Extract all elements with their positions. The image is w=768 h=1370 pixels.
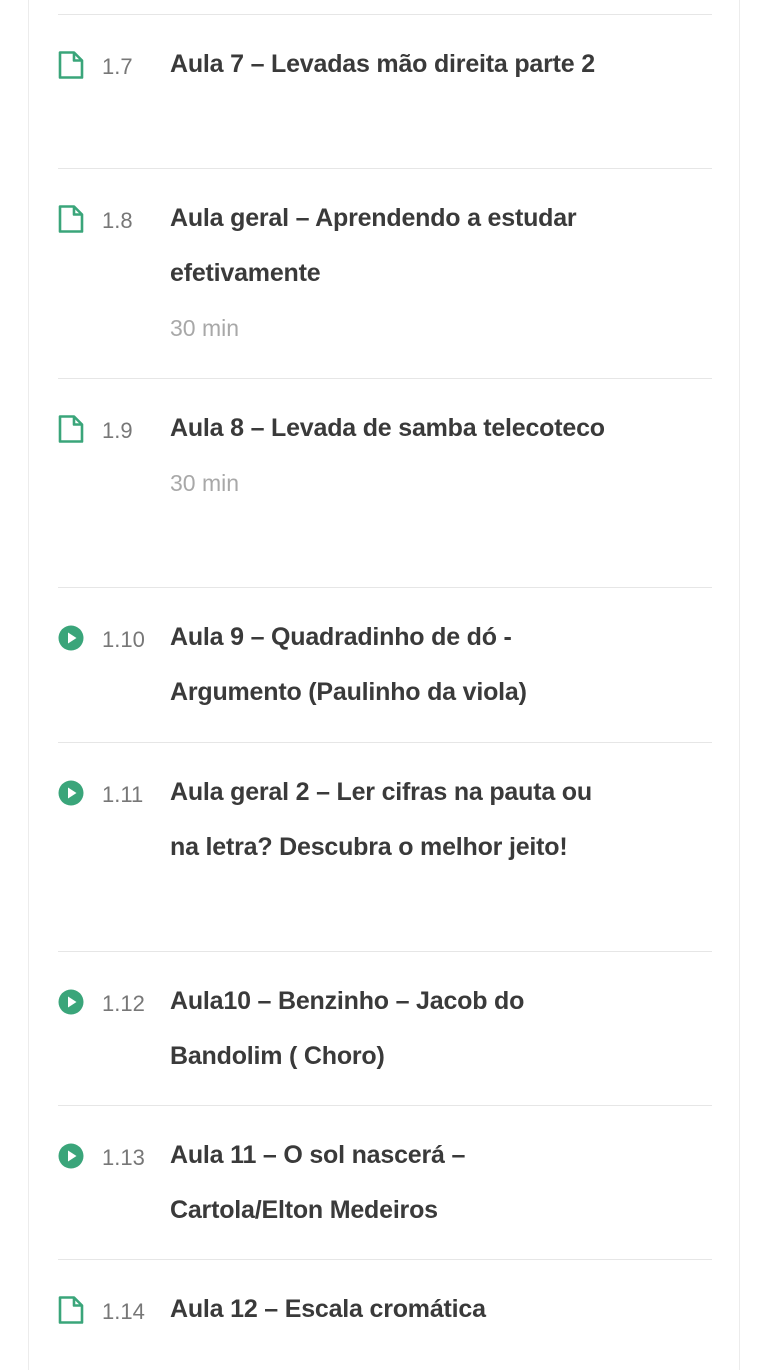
lesson-number: 1.10 <box>102 627 145 652</box>
lesson-title[interactable]: Aula 12 – Escala cromática <box>170 1282 620 1337</box>
lesson-title[interactable]: Aula geral 2 – Ler cifras na pauta ou na… <box>170 765 620 875</box>
lesson-title[interactable]: Aula geral – Aprendendo a estudar efetiv… <box>170 191 620 301</box>
lesson-duration: 30 min <box>170 315 240 341</box>
lesson-number: 1.8 <box>102 208 133 233</box>
lesson-number: 1.7 <box>102 54 133 79</box>
lesson-item[interactable]: 1.12 Aula10 – Benzinho – Jacob do Bandol… <box>58 951 712 1105</box>
lesson-number: 1.11 <box>102 782 144 807</box>
play-icon <box>58 780 84 808</box>
lesson-title[interactable]: Aula10 – Benzinho – Jacob do Bandolim ( … <box>170 974 620 1084</box>
lesson-item[interactable]: 1.13 Aula 11 – O sol nascerá – Cartola/E… <box>58 1105 712 1259</box>
document-icon <box>58 51 84 79</box>
lesson-title[interactable]: Aula 8 – Levada de samba telecoteco <box>170 401 620 456</box>
lesson-number: 1.12 <box>102 991 145 1016</box>
lesson-item[interactable]: 1.10 Aula 9 – Quadradinho de dó - Argume… <box>58 587 712 742</box>
lesson-item[interactable]: 1.11 Aula geral 2 – Ler cifras na pauta … <box>58 742 712 951</box>
play-icon <box>58 1143 84 1171</box>
document-icon <box>58 205 84 233</box>
lesson-duration: 30 min <box>170 470 240 496</box>
lesson-list: 1.7 Aula 7 – Levadas mão direita parte 2… <box>58 14 712 1359</box>
lesson-item[interactable]: 1.8 Aula geral – Aprendendo a estudar ef… <box>58 168 712 378</box>
play-icon <box>58 989 84 1017</box>
lesson-item[interactable]: 1.14 Aula 12 – Escala cromática <box>58 1259 712 1359</box>
lesson-title[interactable]: Aula 7 – Levadas mão direita parte 2 <box>170 37 620 92</box>
document-icon <box>58 415 84 443</box>
lesson-number: 1.9 <box>102 418 133 443</box>
lesson-item[interactable]: 1.9 Aula 8 – Levada de samba telecoteco … <box>58 378 712 587</box>
lesson-title[interactable]: Aula 9 – Quadradinho de dó - Argumento (… <box>170 610 620 720</box>
document-icon <box>58 1296 84 1324</box>
lesson-number: 1.13 <box>102 1145 145 1170</box>
play-icon <box>58 625 84 653</box>
lesson-item[interactable]: 1.7 Aula 7 – Levadas mão direita parte 2 <box>58 14 712 168</box>
lesson-number: 1.14 <box>102 1299 145 1324</box>
lesson-title[interactable]: Aula 11 – O sol nascerá – Cartola/Elton … <box>170 1128 620 1238</box>
